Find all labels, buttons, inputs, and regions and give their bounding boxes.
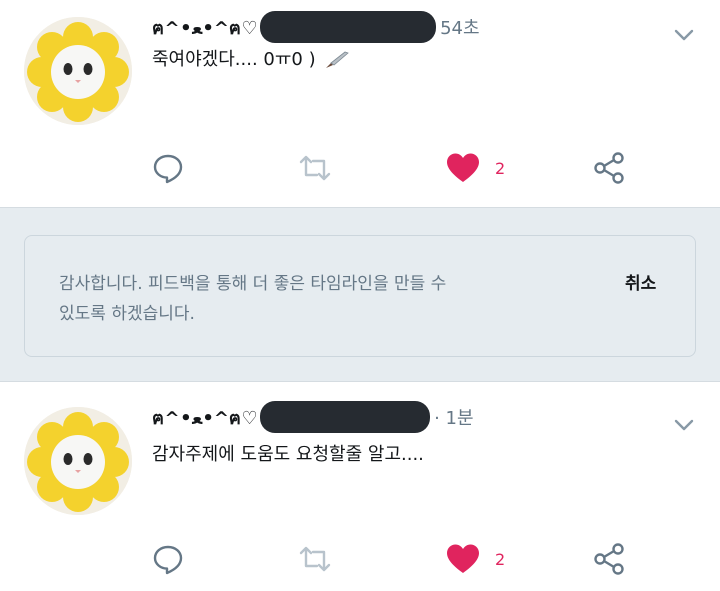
user-name[interactable]: ฅ^•ﻌ•^ฅ♡: [152, 13, 258, 42]
like-count: 2: [495, 158, 506, 178]
tweet-actions: 2: [152, 148, 652, 188]
knife-icon: [326, 51, 350, 68]
share-icon: [594, 543, 624, 575]
retweet-icon: [299, 546, 331, 572]
feedback-line-2: 있도록 하겠습니다.: [59, 304, 195, 324]
tweet-time[interactable]: · 1분: [434, 404, 473, 430]
feedback-box: 감사합니다. 피드백을 통해 더 좋은 타임라인을 만들 수 있도록 하겠습니다…: [24, 235, 696, 357]
chevron-down-icon[interactable]: [672, 416, 696, 434]
reply-button[interactable]: [152, 539, 184, 579]
like-button[interactable]: 2: [446, 148, 505, 188]
user-name[interactable]: ฅ^•ﻌ•^ฅ♡: [152, 403, 258, 432]
feedback-section: 감사합니다. 피드백을 통해 더 좋은 타임라인을 만들 수 있도록 하겠습니다…: [0, 207, 720, 382]
heart-icon: [447, 153, 479, 182]
retweet-button[interactable]: [298, 148, 332, 188]
reply-button[interactable]: [152, 148, 184, 188]
tweet-text: 감자주제에 도움도 요청할줄 알고....: [152, 444, 424, 465]
tweet-text-row: 죽여야겠다.... 0ㅠ0 ): [152, 45, 351, 71]
tweet[interactable]: ฅ^•ﻌ•^ฅ♡ 54초 죽여야겠다.... 0ㅠ0 ) 2: [0, 0, 720, 207]
reply-icon: [153, 545, 183, 575]
redacted-handle: [260, 11, 437, 43]
feedback-message: 감사합니다. 피드백을 통해 더 좋은 타임라인을 만들 수 있도록 하겠습니다…: [59, 269, 559, 329]
tweet-text: 죽여야겠다.... 0ㅠ0 ): [152, 49, 316, 70]
retweet-button[interactable]: [298, 539, 332, 579]
retweet-icon: [299, 155, 331, 181]
like-button[interactable]: 2: [446, 539, 505, 579]
redacted-handle: [260, 401, 431, 433]
tweet-time[interactable]: 54초: [440, 14, 479, 40]
reply-icon: [153, 154, 183, 184]
avatar[interactable]: [24, 17, 132, 125]
share-button[interactable]: [592, 539, 626, 579]
like-count: 2: [495, 549, 506, 569]
tweet-actions: 2: [152, 539, 652, 579]
chevron-down-icon[interactable]: [672, 26, 696, 44]
avatar[interactable]: [24, 407, 132, 515]
share-icon: [594, 152, 624, 184]
tweet[interactable]: ฅ^•ﻌ•^ฅ♡ · 1분 감자주제에 도움도 요청할줄 알고.... 2: [0, 382, 720, 591]
cancel-button[interactable]: 취소: [625, 269, 656, 294]
heart-icon: [447, 544, 479, 573]
share-button[interactable]: [592, 148, 626, 188]
feedback-line-1: 감사합니다. 피드백을 통해 더 좋은 타임라인을 만들 수: [59, 274, 447, 294]
